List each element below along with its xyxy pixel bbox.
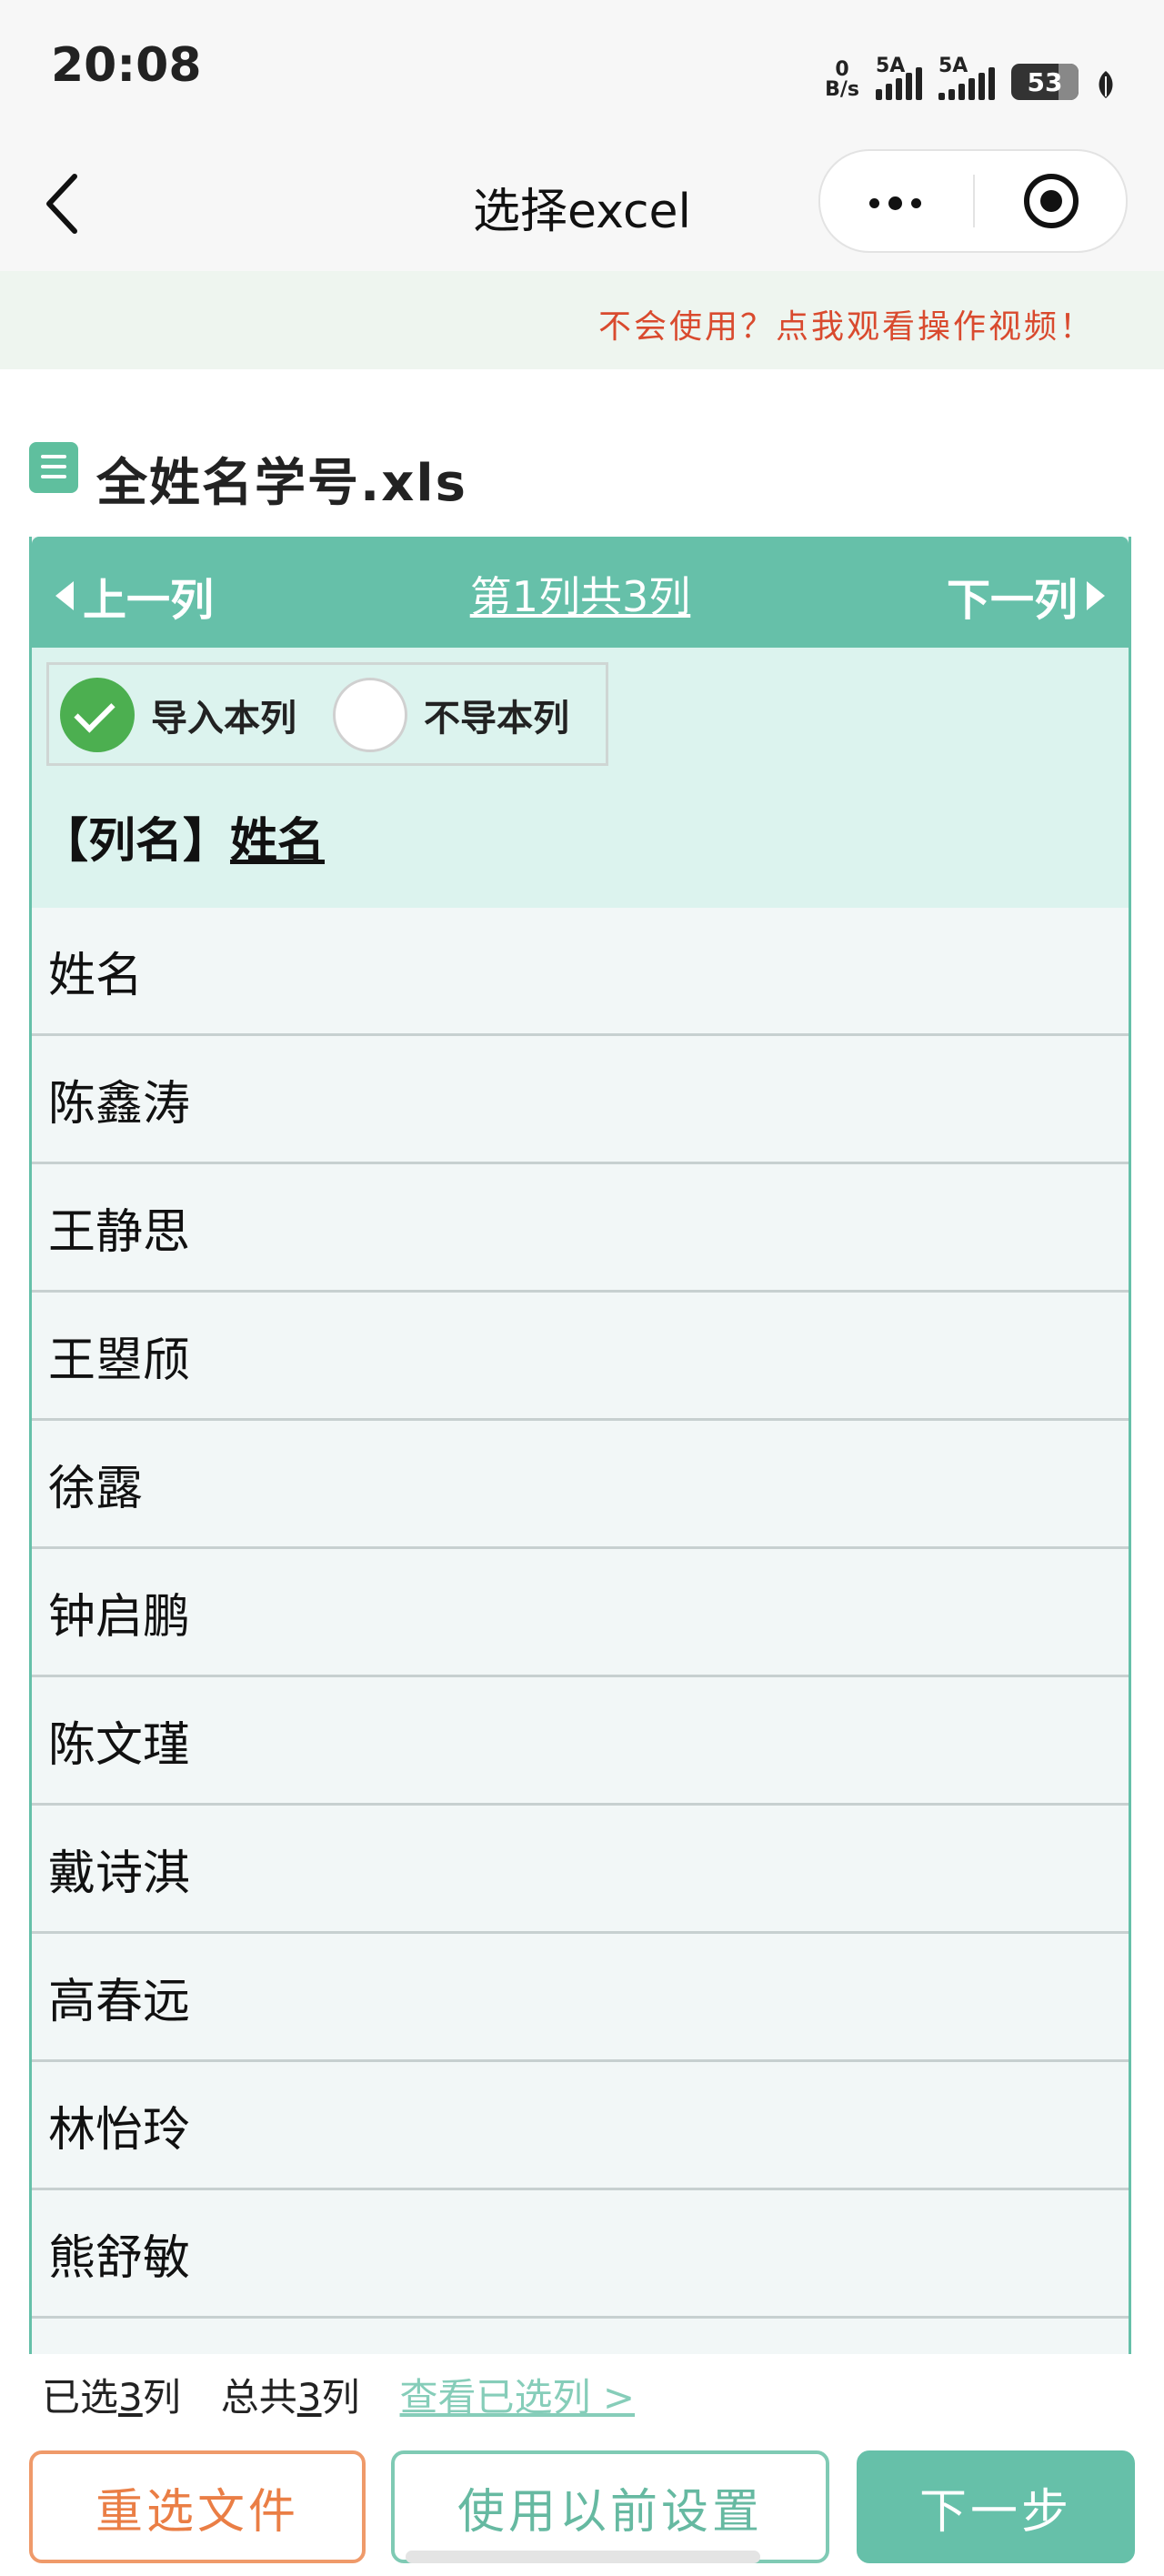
skip-column-option[interactable]: 不导本列 (333, 676, 569, 754)
target-circle-icon (1024, 174, 1079, 228)
column-name-value: 姓名 (230, 814, 326, 869)
leaf-icon (1099, 71, 1113, 98)
total-count: 3 (296, 2375, 322, 2420)
list-item: 熊舒敏 (32, 2190, 1129, 2319)
unchecked-radio-icon (333, 678, 407, 752)
close-mini-program-button[interactable] (975, 151, 1126, 251)
network-speed-value: 0 (835, 58, 849, 81)
list-item: 陈鑫涛 (32, 1036, 1129, 1164)
more-dots-icon (869, 196, 921, 210)
import-options-area: 导入本列 不导本列 【列名】姓名 (32, 648, 1129, 908)
home-indicator[interactable] (406, 2551, 760, 2563)
signal-sim1-icon: 5A (876, 55, 922, 100)
column-panel: 上一列 第1列共3列 下一列 导入本列 不导本列 【列名】姓名 姓名 陈鑫涛 王… (29, 537, 1131, 2356)
clock: 20:08 (51, 38, 202, 93)
network-speed: 0 B/s (825, 60, 859, 100)
main-content: 全姓名学号.xls 上一列 第1列共3列 下一列 导入本列 不导本列 【列名】姓… (16, 369, 1148, 2356)
list-item: 姓名 (32, 908, 1129, 1036)
sim2-label: 5A (938, 55, 968, 77)
help-banner: 不会使用？点我观看操作视频！ (0, 271, 1164, 369)
list-item: 徐露 (32, 1421, 1129, 1549)
signal-sim2-icon: 5A (938, 55, 995, 100)
skip-column-label: 不导本列 (424, 698, 569, 740)
list-item: 林怡玲 (32, 2062, 1129, 2190)
spreadsheet-icon (29, 442, 78, 493)
column-name-prefix: 【列名】 (41, 814, 231, 869)
list-item: 王静思 (32, 1164, 1129, 1293)
list-item: 戴诗淇 (32, 1806, 1129, 1934)
list-item: 陈文瑾 (32, 1677, 1129, 1806)
import-column-option[interactable]: 导入本列 (60, 676, 296, 754)
view-selected-columns-link[interactable]: 查看已选列 > (400, 2367, 636, 2422)
file-name: 全姓名学号.xls (96, 454, 467, 513)
selected-count: 3 (118, 2375, 143, 2420)
list-item: 高春远 (32, 1934, 1129, 2062)
battery-level: 53 (1027, 66, 1063, 97)
list-item (32, 2319, 1129, 2356)
list-item: 王曌颀 (32, 1293, 1129, 1421)
selection-summary: 已选3列 总共3列 查看已选列 > (42, 2367, 635, 2422)
next-column-button[interactable]: 下一列 (947, 564, 1105, 628)
more-button[interactable] (820, 151, 973, 251)
use-previous-settings-button[interactable]: 使用以前设置 (391, 2450, 829, 2563)
column-values-list: 姓名 陈鑫涛 王静思 王曌颀 徐露 钟启鹏 陈文瑾 戴诗淇 高春远 林怡玲 熊舒… (32, 908, 1129, 2356)
next-column-label: 下一列 (946, 575, 1078, 626)
navigation-bar: 选择excel (0, 136, 1164, 271)
next-step-button[interactable]: 下一步 (857, 2450, 1135, 2563)
column-name: 【列名】姓名 (41, 802, 325, 870)
total-count-text: 总共3列 (220, 2375, 360, 2420)
battery-icon: 53 (1011, 64, 1079, 100)
selected-count-text: 已选3列 (42, 2375, 181, 2420)
import-radio-group: 导入本列 不导本列 (46, 662, 608, 766)
status-bar: 20:08 0 B/s 5A 5A 53 (0, 0, 1164, 136)
reselect-file-button[interactable]: 重选文件 (29, 2450, 366, 2563)
column-navigator: 上一列 第1列共3列 下一列 (32, 537, 1129, 648)
network-speed-unit: B/s (825, 78, 859, 101)
list-item: 钟启鹏 (32, 1549, 1129, 1677)
tutorial-video-link[interactable]: 不会使用？点我观看操作视频！ (598, 300, 1095, 347)
import-column-label: 导入本列 (151, 698, 296, 740)
sim1-label: 5A (876, 55, 906, 77)
checked-radio-icon (60, 678, 135, 752)
status-icons: 0 B/s 5A 5A 53 (825, 45, 1117, 100)
mini-program-capsule (818, 149, 1128, 253)
triangle-right-icon (1087, 581, 1105, 610)
footer: 已选3列 总共3列 查看已选列 > 重选文件 使用以前设置 下一步 (0, 2354, 1164, 2576)
